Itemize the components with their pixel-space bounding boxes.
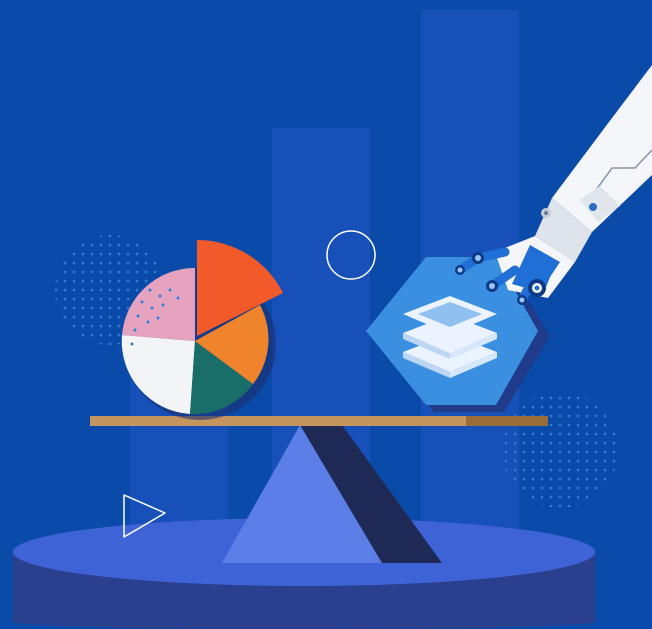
hero-illustration	[0, 0, 652, 629]
balance-beam	[90, 416, 548, 426]
